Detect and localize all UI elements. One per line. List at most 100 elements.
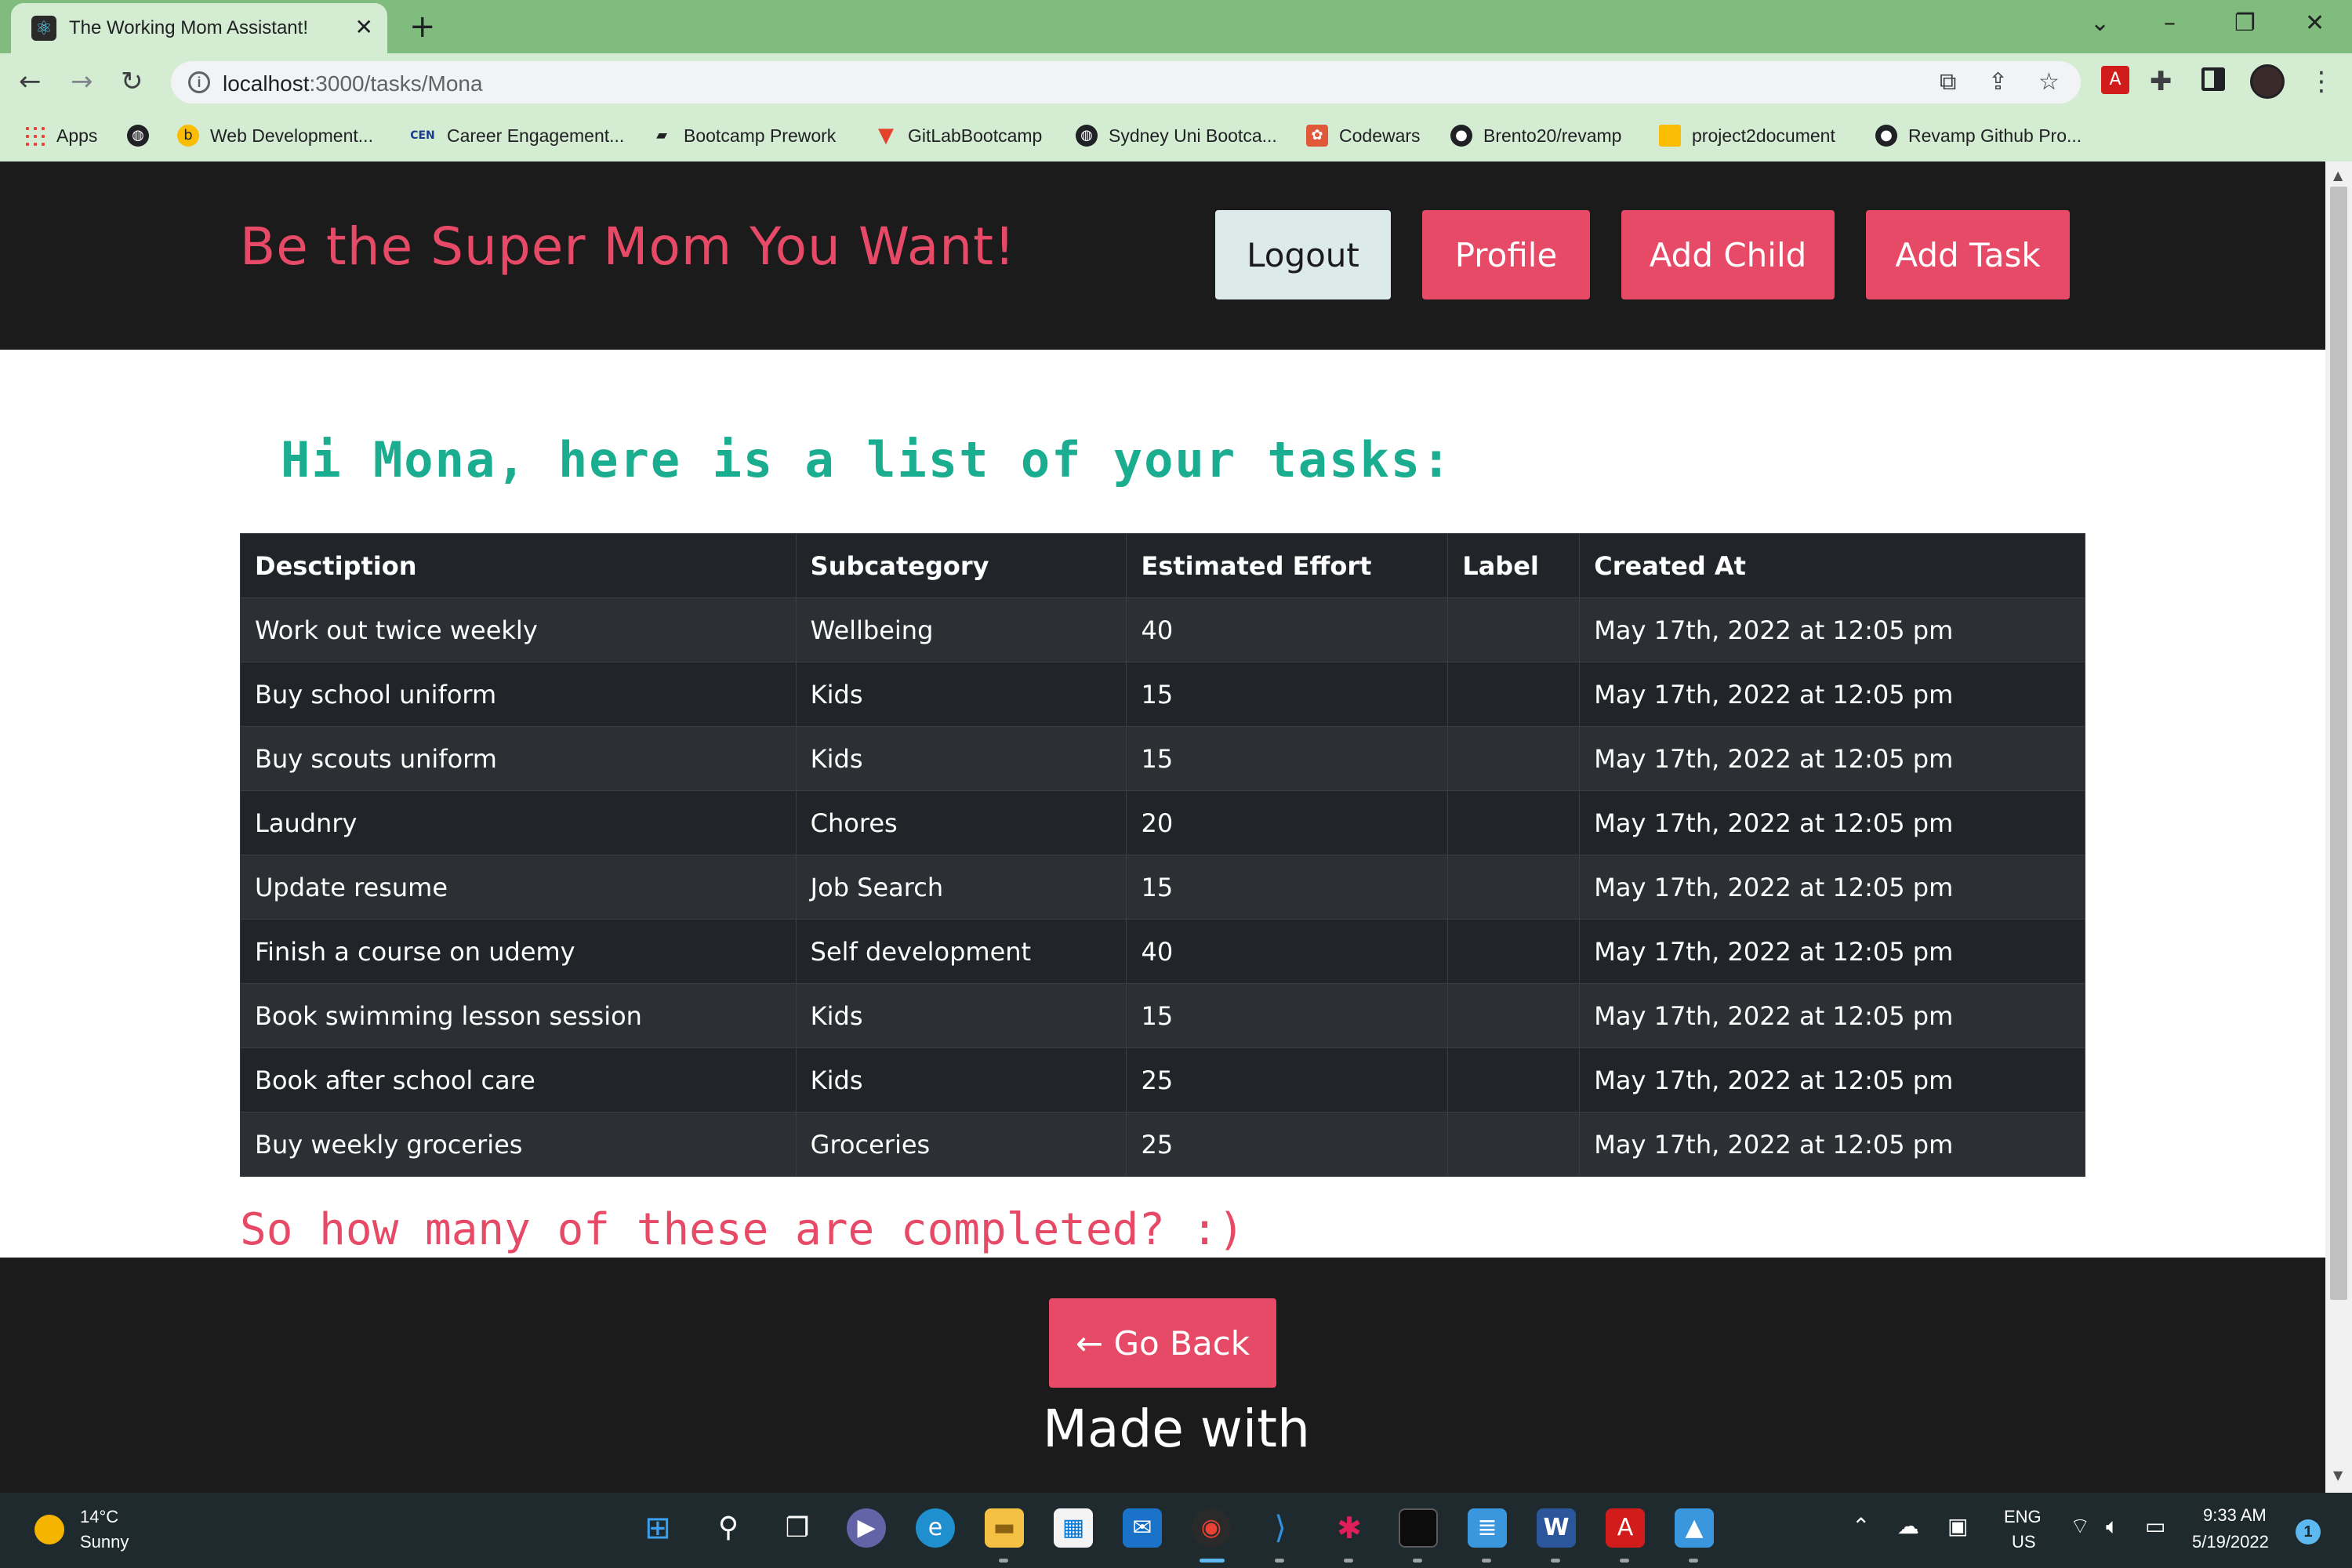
side-panel-icon[interactable] (2201, 67, 2225, 91)
bookmark-revamp-github[interactable]: ● Revamp Github Pro... (1875, 121, 2082, 151)
display-icon[interactable]: ▣ (1947, 1513, 1968, 1539)
restore-icon[interactable]: ❐ (2234, 8, 2256, 39)
tab-search-icon[interactable]: ⌄ (2090, 8, 2110, 39)
logout-button[interactable]: Logout (1215, 210, 1391, 299)
task-view-icon[interactable]: ❐ (778, 1508, 817, 1548)
bookmark-star-icon[interactable]: ☆ (2038, 67, 2060, 97)
bookmark-project2document[interactable]: project2document (1659, 121, 1835, 151)
active-indicator (1200, 1559, 1225, 1563)
bookmark-label: Bootcamp Prework (684, 125, 837, 146)
close-window-icon[interactable]: ✕ (2305, 8, 2325, 39)
acrobat-icon[interactable]: A (1606, 1508, 1645, 1548)
profile-button[interactable]: Profile (1422, 210, 1590, 299)
go-back-button[interactable]: ← Go Back (1049, 1298, 1276, 1388)
sun-icon[interactable] (34, 1515, 64, 1544)
clock-time[interactable]: 9:33 AM (2203, 1505, 2267, 1526)
share-icon[interactable]: ⇪ (1988, 67, 2008, 97)
extensions-puzzle-icon[interactable]: ✚ (2150, 64, 2172, 99)
cell-created-at: May 17th, 2022 at 12:05 pm (1579, 919, 2085, 984)
cell-estimated-effort: 40 (1126, 597, 1449, 662)
bookmark-web-development[interactable]: b Web Development... (177, 121, 373, 151)
menu-dots-icon[interactable]: ⋮ (2308, 64, 2335, 99)
bookmark-label: Career Engagement... (447, 125, 625, 146)
url-text[interactable]: localhost:3000/tasks/Mona (223, 71, 483, 96)
mail-icon[interactable]: ✉ (1123, 1508, 1162, 1548)
url-host: localhost (223, 71, 310, 96)
chevron-up-icon[interactable]: ⌃ (1852, 1513, 1870, 1539)
add-child-button[interactable]: Add Child (1621, 210, 1835, 299)
cell-created-at: May 17th, 2022 at 12:05 pm (1579, 1112, 2085, 1177)
bookmark-label: Web Development... (210, 125, 373, 146)
bookmark-sydney-uni[interactable]: ◍ Sydney Uni Bootca... (1076, 121, 1277, 151)
bookmark-gitlab-bootcamp[interactable]: ▼ GitLabBootcamp (875, 121, 1042, 151)
battery-icon[interactable]: ▭ (2145, 1513, 2165, 1539)
cell-estimated-effort: 25 (1126, 1112, 1449, 1177)
codewars-icon: ✿ (1306, 125, 1328, 147)
bookmark-career-engagement[interactable]: CEN Career Engagement... (409, 121, 624, 151)
bookmark-label: GitLabBootcamp (908, 125, 1043, 146)
start-windows-icon[interactable]: ⊞ (638, 1508, 677, 1548)
chrome-icon[interactable]: ◉ (1192, 1508, 1231, 1548)
bookmarks-bar: Apps ◍ b Web Development... CEN Career E… (0, 110, 2352, 162)
page-scrollbar[interactable]: ▲ ▼ (2325, 162, 2352, 1493)
avatar[interactable] (2250, 64, 2285, 99)
cell-created-at: May 17th, 2022 at 12:05 pm (1579, 790, 2085, 855)
github-icon: ● (1875, 125, 1897, 147)
clock-date[interactable]: 5/19/2022 (2192, 1532, 2269, 1552)
notification-badge[interactable]: 1 (2296, 1519, 2321, 1544)
edge-icon[interactable]: e (916, 1508, 955, 1548)
slack-icon[interactable]: ✱ (1330, 1508, 1369, 1548)
terminal-icon[interactable] (1399, 1508, 1438, 1548)
notepad-icon[interactable]: ≣ (1468, 1508, 1507, 1548)
open-in-app-icon[interactable]: ⧉ (1940, 67, 1956, 97)
cell-description: Finish a course on udemy (240, 919, 797, 984)
bookmark-label: Apps (56, 125, 98, 146)
react-icon: ⚛ (31, 16, 56, 41)
cell-subcategory: Chores (795, 790, 1127, 855)
scroll-down-arrow-icon[interactable]: ▼ (2333, 1468, 2343, 1483)
vscode-icon[interactable]: ⟩ (1261, 1508, 1300, 1548)
cell-label (1447, 662, 1581, 727)
bookmark-bootcamp-prework[interactable]: ▰ Bootcamp Prework (651, 121, 836, 151)
add-task-button[interactable]: Add Task (1866, 210, 2070, 299)
bookmark-codewars[interactable]: ✿ Codewars (1306, 121, 1421, 151)
bookmark-globe[interactable]: ◍ (127, 121, 160, 151)
close-tab-icon[interactable]: ✕ (355, 14, 373, 41)
pdf-extension-icon[interactable]: A (2101, 66, 2129, 94)
wifi-icon[interactable]: ⌔ (2070, 1513, 2090, 1541)
weather-description[interactable]: Sunny (80, 1532, 129, 1552)
store-icon[interactable]: ▦ (1054, 1508, 1093, 1548)
new-tab-icon[interactable]: + (409, 9, 436, 44)
region-indicator[interactable]: US (2012, 1532, 2036, 1552)
address-bar[interactable]: i localhost:3000/tasks/Mona ⧉ ⇪ ☆ (171, 61, 2081, 103)
back-arrow-icon[interactable]: ← (19, 64, 42, 99)
forward-arrow-icon[interactable]: → (71, 64, 93, 99)
minimize-icon[interactable]: – (2164, 8, 2176, 39)
file-explorer-icon[interactable]: ▬ (985, 1508, 1024, 1548)
bookmark-label: project2document (1692, 125, 1835, 146)
photos-icon[interactable]: ▲ (1675, 1508, 1714, 1548)
bookmark-brento-revamp[interactable]: ● Brento20/revamp (1450, 121, 1621, 151)
volume-icon[interactable]: 🔈︎ (2106, 1513, 2119, 1540)
made-with-text: Made with (1043, 1399, 1310, 1459)
bookmark-apps[interactable]: Apps (24, 121, 97, 151)
bookmark-label: Revamp Github Pro... (1908, 125, 2082, 146)
onedrive-cloud-icon[interactable]: ☁ (1897, 1513, 1919, 1539)
scrollbar-thumb[interactable] (2330, 187, 2347, 1300)
site-header: Be the Super Mom You Want! Logout Profil… (0, 162, 2325, 350)
browser-tab[interactable]: ⚛ The Working Mom Assistant! ✕ (11, 3, 387, 53)
gitlab-icon: ▼ (878, 124, 894, 147)
cen-icon: CEN (410, 129, 435, 142)
site-info-icon[interactable]: i (188, 71, 210, 93)
language-indicator[interactable]: ENG (2004, 1507, 2042, 1527)
web-page: Be the Super Mom You Want! Logout Profil… (0, 162, 2325, 1493)
column-header-created-at: Created At (1579, 533, 2085, 598)
search-icon[interactable]: ⚲ (709, 1508, 748, 1548)
weather-temperature[interactable]: 14°C (80, 1507, 118, 1527)
apps-grid-icon (24, 125, 45, 147)
scroll-up-arrow-icon[interactable]: ▲ (2333, 168, 2343, 183)
reload-icon[interactable]: ↻ (121, 64, 143, 99)
chat-icon[interactable]: ▶ (847, 1508, 886, 1548)
word-icon[interactable]: W (1537, 1508, 1576, 1548)
cell-subcategory: Groceries (795, 1112, 1127, 1177)
